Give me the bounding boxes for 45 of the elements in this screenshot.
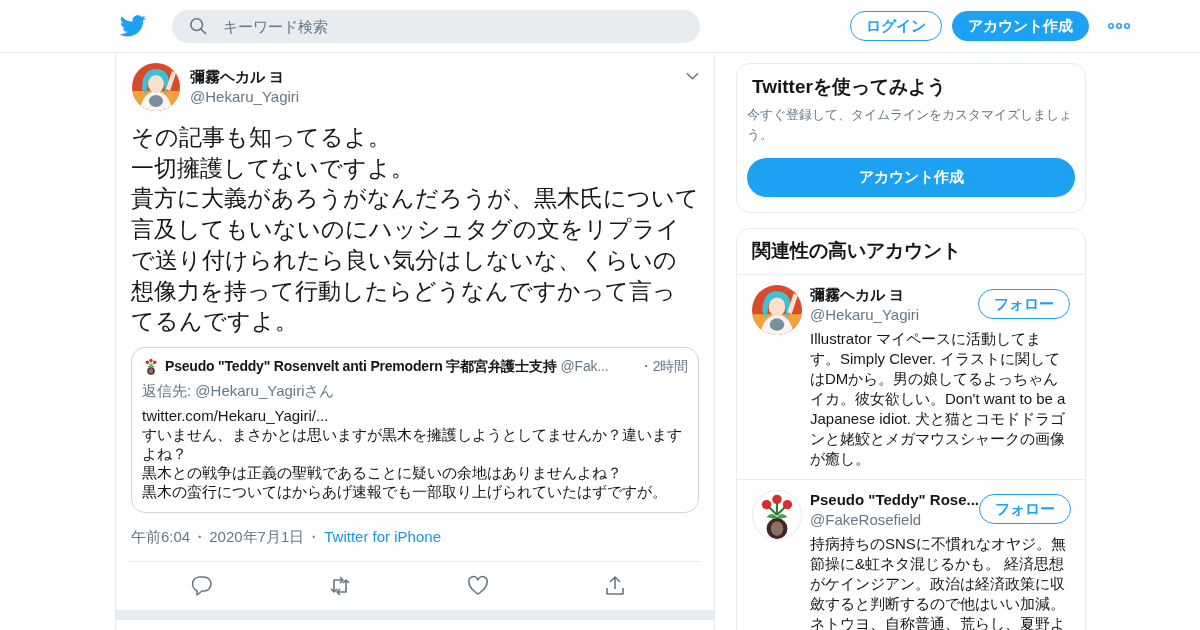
quoted-author-name: Pseudo "Teddy" Rosenvelt anti Premodern 宇都宮弁護士支持 (165, 356, 557, 376)
login-button[interactable]: ログイン (850, 11, 942, 41)
retweet-icon[interactable] (328, 574, 351, 597)
author-name[interactable]: 彌霧ヘカル ヨ (190, 67, 686, 87)
quoted-tweet[interactable] (131, 346, 699, 513)
timestamp-text: 午前6:04 (131, 526, 191, 547)
card-description: 今すぐ登録して、タイムラインをカスタマイズしましょう。 (747, 106, 1073, 144)
card-title: Twitterを使ってみよう (751, 75, 947, 99)
account-handle[interactable]: @Hekaru_Yagiri (810, 305, 920, 325)
search-field[interactable]: キーワード検索 (172, 9, 700, 43)
tweet-text: 想像力を持って行動したらどうなんですかって言っ (131, 276, 677, 306)
tweet-text: 一切擁護してないですよ。 (131, 153, 415, 183)
create-account-button[interactable]: アカウント作成 (747, 158, 1075, 197)
tweet-text: 貴方に大義があろうがなんだろうが、黒木氏について (131, 184, 700, 214)
search-icon (189, 16, 207, 35)
share-icon[interactable] (604, 574, 627, 597)
quoted-text: twitter.com/Hekaru_Yagiri/... (142, 405, 330, 425)
follow-button[interactable]: フォロー (978, 289, 1070, 319)
reply-to-text: 返信先: @Hekaru_Yagiriさん (142, 380, 336, 401)
caret-icon[interactable] (686, 72, 699, 80)
heart-icon[interactable] (466, 574, 489, 597)
follow-button[interactable]: フォロー (979, 494, 1071, 524)
card-title: 関連性の高いアカウント (737, 229, 1085, 275)
tweet-text: その記事も知ってるよ。 (131, 123, 392, 152)
account-handle[interactable]: @FakeRosefield (810, 510, 979, 530)
quoted-time: ・2時間 (639, 356, 688, 376)
account-name[interactable]: Pseudo "Teddy" Rose... (810, 490, 979, 510)
quoted-text: すいません、まさかとは思いますが黒木を擁護しようとしてませんか？違いますよね？ (142, 424, 683, 463)
account-bio: Illustrator マイペースに活動してます。Simply Clever. イラストに関してはDMから。男の娘してるよっちゃんイカ。彼女欲しい。Don't want to be a Japanese idiot. 犬と猫とコモドドラゴンと姥鮫とメガマウスシャークの画像が癒し。 (810, 329, 1067, 469)
author-handle[interactable]: @Hekaru_Yagiri (190, 87, 686, 107)
tweet-text: 言及してもいないのにハッシュタグの文をリプライ (131, 215, 681, 245)
quoted-text: 黒木との戦争は正義の聖戦であることに疑いの余地はありませんよね？ (142, 462, 623, 482)
more-icon[interactable] (1108, 23, 1130, 29)
timestamp-text: ・ (306, 526, 322, 547)
timestamp-text: 2020年7月1日 (209, 526, 305, 547)
source-link[interactable]: Twitter for iPhone (324, 526, 441, 547)
tweet-text: てるんですよ。 (131, 307, 299, 337)
timestamp-text: ・ (192, 526, 208, 547)
quoted-author-handle: @Fak... (560, 356, 609, 376)
bird-logo-icon[interactable] (120, 15, 146, 37)
account-name[interactable]: 彌霧ヘカル ヨ (810, 285, 920, 305)
reply-icon[interactable] (191, 574, 213, 597)
signup-button[interactable]: アカウント作成 (952, 11, 1089, 41)
quoted-text: 黒木の蛮行についてはからあげ速報でも一部取り上げられていたはずですが。 (142, 481, 668, 501)
tweet-text: で送り付けられたら良い気分はしないな、くらいの (131, 245, 678, 275)
